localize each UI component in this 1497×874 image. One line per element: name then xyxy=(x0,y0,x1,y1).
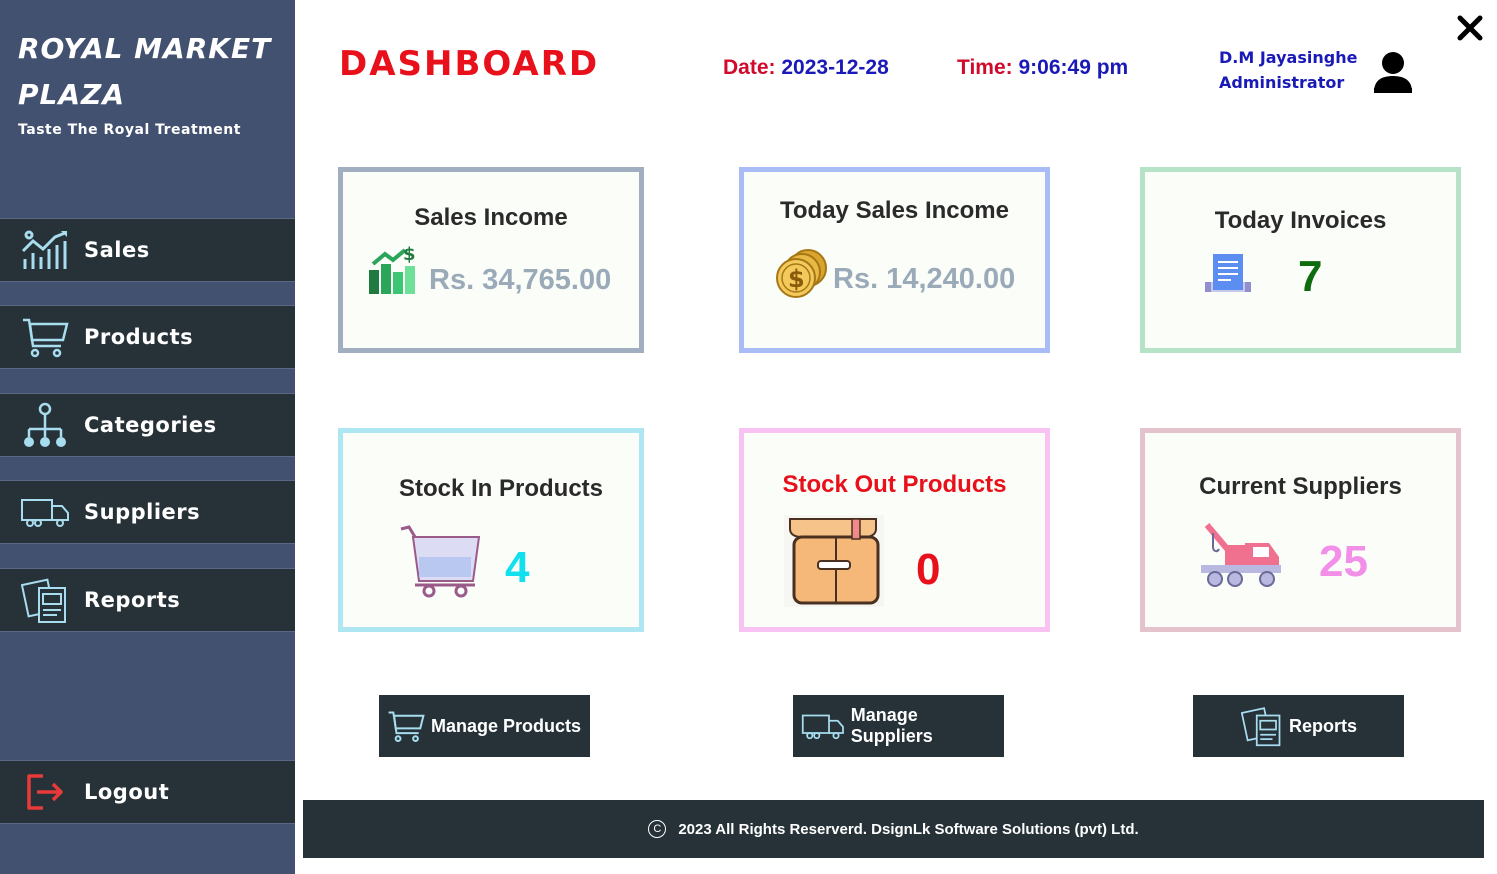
card-value: Rs. 34,765.00 xyxy=(429,264,612,296)
logout-label: Logout xyxy=(84,780,170,804)
stock-out-products-card: Stock Out Products 0 xyxy=(739,428,1050,632)
cart-icon xyxy=(388,711,425,743)
current-suppliers-card: Current Suppliers 25 xyxy=(1140,428,1461,632)
brand-title: ROYAL MARKET PLAZA xyxy=(18,32,272,111)
report-icon xyxy=(20,575,70,625)
hierarchy-icon xyxy=(20,400,70,450)
truck-icon xyxy=(20,487,70,537)
card-value: 7 xyxy=(1298,252,1323,301)
today-invoices-card: Today Invoices 7 xyxy=(1140,167,1461,353)
svg-text:$: $ xyxy=(403,244,416,265)
card-value: Rs. 14,240.00 xyxy=(833,263,1016,295)
sidebar-item-suppliers[interactable]: Suppliers xyxy=(0,480,295,544)
sidebar-item-label: Sales xyxy=(84,238,150,262)
sidebar-item-label: Categories xyxy=(84,413,217,437)
tow-truck-icon xyxy=(1201,523,1281,587)
avatar xyxy=(1372,50,1414,94)
copyright-icon: C xyxy=(648,820,667,838)
logout-button[interactable]: Logout xyxy=(0,760,295,824)
cart-icon xyxy=(20,312,70,362)
stock-in-products-card: Stock In Products 4 xyxy=(338,428,644,632)
svg-text:$: $ xyxy=(788,265,805,293)
invoice-icon xyxy=(1205,254,1251,292)
sales-income-card: Sales Income $ Rs. 34,765.00 xyxy=(338,167,644,353)
time-display: Time: 9:06:49 pm xyxy=(957,56,1128,80)
close-button[interactable] xyxy=(1456,14,1484,42)
sidebar-item-categories[interactable]: Categories xyxy=(0,393,295,457)
user-role: Administrator xyxy=(1219,73,1345,92)
sidebar-item-products[interactable]: Products xyxy=(0,305,295,369)
card-value: 4 xyxy=(505,543,530,592)
date-label: Date: xyxy=(723,56,776,79)
card-title: Stock Out Products xyxy=(782,471,1007,498)
card-title: Sales Income xyxy=(414,204,568,231)
reports-label: Reports xyxy=(1289,715,1358,736)
date-value: 2023-12-28 xyxy=(781,56,889,79)
user-icon xyxy=(1374,52,1412,93)
footer-text: 2023 All Rights Reserverd. DsignLk Softw… xyxy=(678,820,1139,838)
manage-products-label: Manage Products xyxy=(431,715,582,736)
sales-chart-icon xyxy=(20,225,70,275)
card-title: Current Suppliers xyxy=(1199,473,1402,500)
reports-button[interactable]: Reports xyxy=(1193,695,1404,757)
logout-icon xyxy=(20,767,70,817)
footer: C 2023 All Rights Reserverd. DsignLk Sof… xyxy=(303,800,1484,858)
close-icon xyxy=(1457,15,1483,41)
date-display: Date: 2023-12-28 xyxy=(723,56,889,80)
report-icon xyxy=(1241,707,1281,747)
sidebar-item-label: Reports xyxy=(84,588,181,612)
manage-suppliers-button[interactable]: Manage Suppliers xyxy=(793,695,1004,757)
manage-suppliers-label: Manage Suppliers xyxy=(850,705,933,746)
sidebar-item-label: Products xyxy=(84,325,194,349)
open-box-icon xyxy=(784,515,884,607)
coins-icon: $ xyxy=(776,249,827,298)
card-title: Today Sales Income xyxy=(780,197,1009,224)
time-label: Time: xyxy=(957,56,1013,79)
card-title: Stock In Products xyxy=(398,475,604,502)
manage-products-button[interactable]: Manage Products xyxy=(379,695,590,757)
truck-icon xyxy=(801,714,844,740)
sidebar-item-label: Suppliers xyxy=(84,500,201,524)
sidebar: ROYAL MARKET PLAZA Taste The Royal Treat… xyxy=(0,0,295,874)
brand-tagline: Taste The Royal Treatment xyxy=(18,122,241,138)
user-name: D.M Jayasinghe xyxy=(1219,48,1358,67)
sidebar-item-reports[interactable]: Reports xyxy=(0,568,295,632)
card-value: 25 xyxy=(1319,537,1368,586)
page-title: DASHBOARD xyxy=(339,44,600,84)
time-value: 9:06:49 pm xyxy=(1018,56,1129,79)
card-value: 0 xyxy=(916,545,941,594)
cart-icon xyxy=(400,525,481,598)
sidebar-item-sales[interactable]: Sales xyxy=(0,218,295,282)
card-title: Today Invoices xyxy=(1214,207,1387,234)
today-sales-income-card: Today Sales Income $ Rs. 14,240.00 xyxy=(739,167,1050,353)
money-growth-icon: $ xyxy=(369,244,416,294)
